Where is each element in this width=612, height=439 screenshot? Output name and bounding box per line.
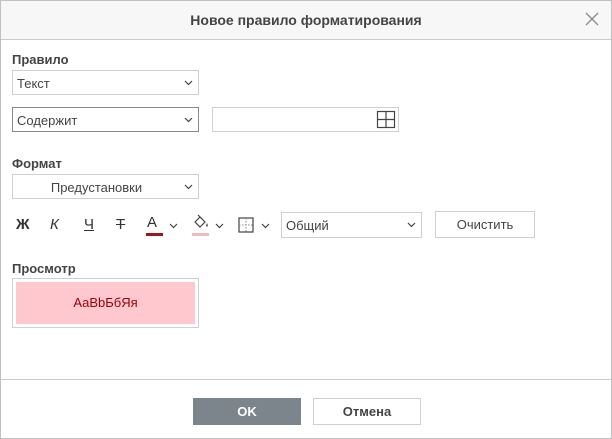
chevron-down-icon bbox=[169, 223, 178, 229]
close-icon[interactable] bbox=[584, 11, 600, 27]
table-grid-icon[interactable] bbox=[376, 110, 396, 129]
preview-box: АаВbБбЯя bbox=[12, 278, 199, 328]
fill-color-swatch bbox=[192, 233, 209, 236]
chevron-down-icon bbox=[184, 117, 193, 123]
cancel-button[interactable]: Отмена bbox=[313, 398, 421, 425]
bold-label: Ж bbox=[16, 216, 30, 233]
fill-color-button[interactable] bbox=[190, 213, 226, 237]
chevron-down-icon bbox=[407, 222, 416, 228]
footer-divider bbox=[1, 379, 611, 380]
chevron-down-icon bbox=[261, 223, 270, 229]
bold-button[interactable]: Ж bbox=[15, 213, 35, 237]
paint-bucket-icon bbox=[194, 214, 208, 228]
number-format-value: Общий bbox=[286, 218, 329, 233]
rule-type-value: Текст bbox=[17, 76, 50, 91]
borders-icon bbox=[238, 217, 254, 233]
preview-sample: АаВbБбЯя bbox=[16, 282, 195, 324]
rule-text-input[interactable] bbox=[212, 107, 399, 132]
rule-condition-select[interactable]: Содержит bbox=[12, 107, 199, 132]
presets-select[interactable]: Предустановки bbox=[12, 174, 199, 199]
new-formatting-rule-dialog: Новое правило форматирования Правило Тек… bbox=[0, 0, 612, 439]
chevron-down-icon bbox=[184, 80, 193, 86]
chevron-down-icon bbox=[184, 184, 193, 190]
clear-button[interactable]: Очистить bbox=[435, 211, 535, 238]
font-color-swatch bbox=[146, 233, 163, 236]
font-color-button[interactable]: А bbox=[144, 213, 180, 237]
underline-button[interactable]: Ч bbox=[81, 213, 101, 237]
italic-label: К bbox=[50, 216, 59, 233]
ok-button[interactable]: OK bbox=[193, 398, 301, 425]
font-color-label: А bbox=[147, 214, 158, 231]
strikethrough-button[interactable]: Т bbox=[113, 213, 133, 237]
dialog-header: Новое правило форматирования bbox=[1, 1, 611, 40]
number-format-select[interactable]: Общий bbox=[281, 212, 422, 238]
chevron-down-icon bbox=[215, 223, 224, 229]
format-section-label: Формат bbox=[12, 156, 62, 171]
dialog-title: Новое правило форматирования bbox=[190, 12, 422, 28]
rule-condition-value: Содержит bbox=[17, 113, 78, 128]
strikethrough-label: Т bbox=[116, 216, 126, 233]
preview-section-label: Просмотр bbox=[12, 261, 76, 276]
rule-section-label: Правило bbox=[12, 52, 69, 67]
italic-button[interactable]: К bbox=[48, 213, 68, 237]
rule-type-select[interactable]: Текст bbox=[12, 70, 199, 95]
underline-label: Ч bbox=[84, 216, 94, 233]
presets-value: Предустановки bbox=[50, 180, 143, 195]
borders-button[interactable] bbox=[236, 213, 272, 237]
